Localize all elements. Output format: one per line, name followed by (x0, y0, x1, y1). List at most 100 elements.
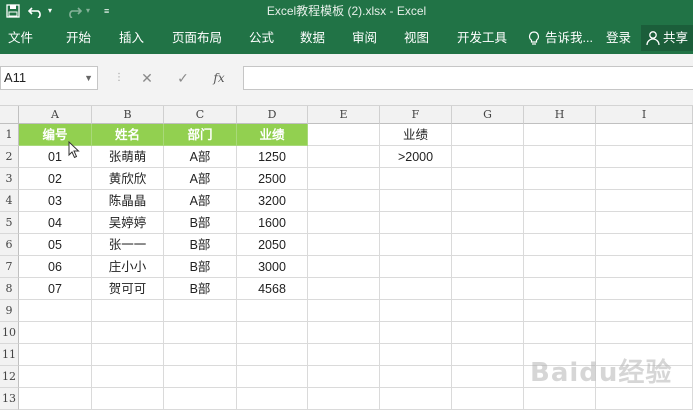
table-cell[interactable]: 2500 (237, 168, 308, 190)
cell-h1[interactable] (524, 124, 596, 146)
cell-i7[interactable] (596, 256, 693, 278)
cell-e9[interactable] (308, 300, 380, 322)
table-cell[interactable]: 2050 (237, 234, 308, 256)
table-cell[interactable]: B部 (164, 212, 237, 234)
save-icon[interactable] (6, 0, 20, 22)
cell-i3[interactable] (596, 168, 693, 190)
cancel-icon[interactable]: ✕ (136, 66, 158, 90)
chevron-down-icon[interactable]: ▼ (84, 67, 93, 89)
cell-h13[interactable] (524, 388, 596, 410)
cell-h9[interactable] (524, 300, 596, 322)
cell-h5[interactable] (524, 212, 596, 234)
cell-f9[interactable] (380, 300, 452, 322)
cell-i9[interactable] (596, 300, 693, 322)
cell-f10[interactable] (380, 322, 452, 344)
row-header-13[interactable]: 13 (0, 388, 19, 410)
table-cell[interactable]: A部 (164, 146, 237, 168)
cell-e7[interactable] (308, 256, 380, 278)
row-header-4[interactable]: 4 (0, 190, 19, 212)
criteria-header-cell[interactable]: 业绩 (380, 124, 452, 146)
cell-g10[interactable] (452, 322, 524, 344)
cell-g13[interactable] (452, 388, 524, 410)
cell-i5[interactable] (596, 212, 693, 234)
column-header-c[interactable]: C (164, 106, 237, 124)
cell-g3[interactable] (452, 168, 524, 190)
cell-a11[interactable] (19, 344, 92, 366)
tab-review[interactable]: 审阅 (352, 22, 377, 54)
column-header-f[interactable]: F (380, 106, 452, 124)
row-header-2[interactable]: 2 (0, 146, 19, 168)
cell-f8[interactable] (380, 278, 452, 300)
cell-f13[interactable] (380, 388, 452, 410)
formula-input[interactable] (243, 66, 693, 90)
tab-formulas[interactable]: 公式 (249, 22, 274, 54)
cell-g5[interactable] (452, 212, 524, 234)
tab-home[interactable]: 开始 (66, 22, 91, 54)
cell-g1[interactable] (452, 124, 524, 146)
table-cell[interactable]: 贺可可 (92, 278, 164, 300)
cell-f11[interactable] (380, 344, 452, 366)
cell-a9[interactable] (19, 300, 92, 322)
row-header-9[interactable]: 9 (0, 300, 19, 322)
row-header-5[interactable]: 5 (0, 212, 19, 234)
cell-e11[interactable] (308, 344, 380, 366)
table-cell[interactable]: 04 (19, 212, 92, 234)
cell-b13[interactable] (92, 388, 164, 410)
column-header-e[interactable]: E (308, 106, 380, 124)
table-cell[interactable]: 02 (19, 168, 92, 190)
insert-function-icon[interactable]: fx (208, 66, 230, 90)
cell-g7[interactable] (452, 256, 524, 278)
cell-d13[interactable] (237, 388, 308, 410)
tab-developer[interactable]: 开发工具 (457, 22, 507, 54)
cell-h8[interactable] (524, 278, 596, 300)
column-header-g[interactable]: G (452, 106, 524, 124)
cell-d12[interactable] (237, 366, 308, 388)
table-cell[interactable]: B部 (164, 256, 237, 278)
cell-g11[interactable] (452, 344, 524, 366)
cell-i1[interactable] (596, 124, 693, 146)
table-cell[interactable]: 吴婷婷 (92, 212, 164, 234)
table-cell[interactable]: 1250 (237, 146, 308, 168)
table-cell[interactable]: 06 (19, 256, 92, 278)
cell-c12[interactable] (164, 366, 237, 388)
tab-data[interactable]: 数据 (300, 22, 325, 54)
cell-c11[interactable] (164, 344, 237, 366)
cell-f4[interactable] (380, 190, 452, 212)
cell-e12[interactable] (308, 366, 380, 388)
cell-e10[interactable] (308, 322, 380, 344)
cell-h7[interactable] (524, 256, 596, 278)
tell-me-search[interactable]: 告诉我... (545, 22, 593, 54)
row-header-6[interactable]: 6 (0, 234, 19, 256)
table-cell[interactable]: 张一一 (92, 234, 164, 256)
table-cell[interactable]: 张萌萌 (92, 146, 164, 168)
table-cell[interactable]: A部 (164, 168, 237, 190)
cell-c9[interactable] (164, 300, 237, 322)
cell-i8[interactable] (596, 278, 693, 300)
enter-icon[interactable]: ✓ (172, 66, 194, 90)
select-all-corner[interactable] (0, 106, 19, 124)
cell-c10[interactable] (164, 322, 237, 344)
cell-b11[interactable] (92, 344, 164, 366)
table-cell[interactable]: A部 (164, 190, 237, 212)
cell-a13[interactable] (19, 388, 92, 410)
tab-file[interactable]: 文件 (8, 22, 33, 54)
row-header-11[interactable]: 11 (0, 344, 19, 366)
table-cell[interactable]: 1600 (237, 212, 308, 234)
cell-e13[interactable] (308, 388, 380, 410)
cell-f5[interactable] (380, 212, 452, 234)
cell-e6[interactable] (308, 234, 380, 256)
cell-e8[interactable] (308, 278, 380, 300)
undo-icon[interactable] (27, 0, 44, 22)
table-cell[interactable]: 庄小小 (92, 256, 164, 278)
cell-i10[interactable] (596, 322, 693, 344)
cell-e1[interactable] (308, 124, 380, 146)
table-cell[interactable]: 01 (19, 146, 92, 168)
cell-i4[interactable] (596, 190, 693, 212)
cell-c13[interactable] (164, 388, 237, 410)
cell-i13[interactable] (596, 388, 693, 410)
cell-d11[interactable] (237, 344, 308, 366)
table-header-cell[interactable]: 部门 (164, 124, 237, 146)
row-header-8[interactable]: 8 (0, 278, 19, 300)
cell-g4[interactable] (452, 190, 524, 212)
table-header-cell[interactable]: 姓名 (92, 124, 164, 146)
